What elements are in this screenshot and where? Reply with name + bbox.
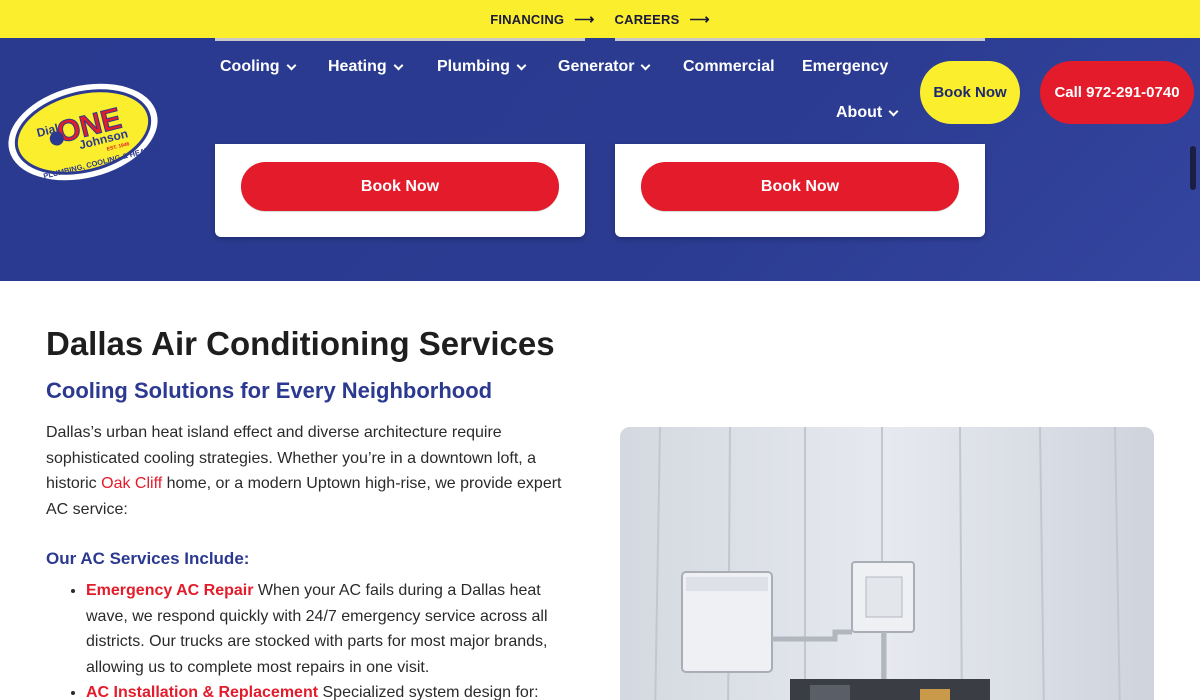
- nav-about[interactable]: About: [836, 104, 899, 122]
- page-title: Dallas Air Conditioning Services: [46, 325, 555, 362]
- services-heading: Our AC Services Include:: [46, 549, 250, 568]
- nav-about-label: About: [836, 104, 883, 121]
- ac-equipment-photo: [620, 427, 1154, 700]
- nav-heating-label: Heating: [328, 58, 387, 75]
- careers-link[interactable]: CAREERS ⟶: [615, 11, 710, 28]
- nav-heating[interactable]: Heating: [328, 58, 404, 76]
- service-description: Specialized system design for:: [318, 684, 539, 700]
- nav-commercial[interactable]: Commercial: [683, 58, 775, 76]
- nav-commercial-label: Commercial: [683, 58, 775, 75]
- main-content: Dallas Air Conditioning Services Cooling…: [46, 320, 576, 700]
- intro-paragraph: Dallas’s urban heat island effect and di…: [46, 420, 576, 522]
- ac-installation-link[interactable]: AC Installation & Replacement: [86, 684, 318, 700]
- nav-generator[interactable]: Generator: [558, 58, 651, 76]
- service-card: Book Now: [615, 144, 985, 237]
- oak-cliff-link[interactable]: Oak Cliff: [101, 475, 162, 492]
- financing-link[interactable]: FINANCING ⟶: [490, 11, 594, 28]
- service-card: Book Now: [215, 144, 585, 237]
- nav-cooling-label: Cooling: [220, 58, 280, 75]
- financing-label: FINANCING: [490, 11, 565, 27]
- chevron-down-icon: [286, 60, 296, 70]
- chevron-down-icon: [516, 60, 527, 70]
- nav-plumbing-label: Plumbing: [437, 58, 510, 75]
- chevron-down-icon: [393, 60, 404, 70]
- services-list: Emergency AC Repair When your AC fails d…: [46, 578, 576, 700]
- card-top-strip: [615, 38, 985, 41]
- dial-one-johnson-logo[interactable]: Dial ONE Johnson EST. 1946 PLUMBING, COO…: [6, 82, 163, 182]
- nav-emergency-label: Emergency: [802, 58, 889, 75]
- card-book-now-button[interactable]: Book Now: [641, 162, 959, 211]
- nav-generator-label: Generator: [558, 58, 635, 75]
- card-book-now-button[interactable]: Book Now: [241, 162, 559, 211]
- nav-cooling[interactable]: Cooling: [220, 58, 296, 76]
- list-item: Emergency AC Repair When your AC fails d…: [86, 578, 576, 680]
- arrow-right-icon: ⟶: [574, 10, 595, 27]
- chevron-down-icon: [888, 106, 899, 116]
- arrow-right-icon: ⟶: [689, 10, 710, 27]
- nav-emergency[interactable]: Emergency: [802, 58, 888, 76]
- utility-bar: FINANCING ⟶ CAREERS ⟶: [0, 0, 1200, 38]
- chevron-down-icon: [641, 60, 651, 70]
- careers-label: CAREERS: [614, 11, 680, 27]
- header-book-now-button[interactable]: Book Now: [920, 61, 1020, 124]
- page-subtitle: Cooling Solutions for Every Neighborhood: [46, 378, 493, 403]
- header-call-button[interactable]: Call 972-291-0740: [1040, 61, 1194, 124]
- card-top-strip: [215, 38, 585, 41]
- emergency-ac-repair-link[interactable]: Emergency AC Repair: [86, 582, 253, 599]
- list-item: AC Installation & Replacement Specialize…: [86, 680, 576, 700]
- scrollbar-thumb[interactable]: [1190, 146, 1196, 190]
- nav-plumbing[interactable]: Plumbing: [437, 58, 527, 76]
